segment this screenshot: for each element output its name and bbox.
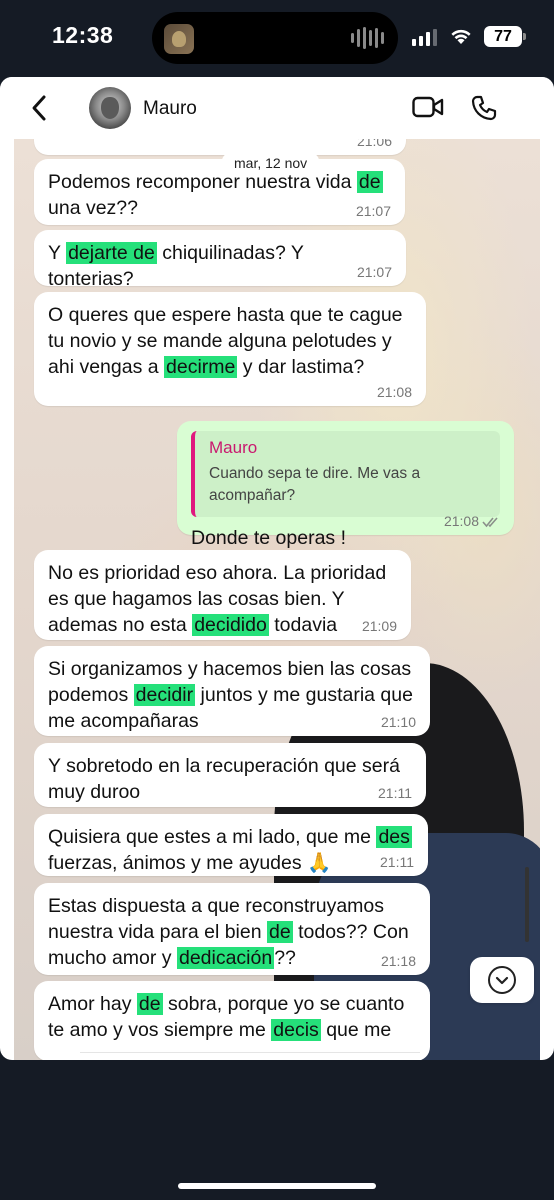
incoming-message[interactable]: O queres que espere hasta que te cague t… — [34, 292, 426, 406]
highlighted-term: decis — [271, 1019, 321, 1041]
message-timestamp: 21:18 — [381, 953, 416, 969]
incoming-message[interactable]: Si organizamos y hacemos bien las cosas … — [34, 646, 430, 736]
message-text: Podemos recomponer nuestra vida de una v… — [48, 159, 391, 221]
video-call-icon[interactable] — [412, 96, 444, 118]
contact-name[interactable]: Mauro — [143, 98, 197, 120]
message-text-fragment: Y — [48, 242, 67, 264]
message-text-fragment: fuerzas, ánimos y me ayudes 🙏 — [48, 852, 332, 874]
message-text: Y sobretodo en la recuperación que será … — [48, 743, 412, 805]
scroll-down-chevron-icon — [488, 966, 516, 994]
incoming-message[interactable]: Y dejarte de chiquilinadas? Y tonterias?… — [34, 230, 406, 290]
message-text: Y dejarte de chiquilinadas? Y tonterias? — [48, 230, 392, 292]
message-text: O queres que espere hasta que te cague t… — [48, 292, 412, 380]
dynamic-island — [152, 12, 398, 64]
message-timestamp: 21:07 — [356, 203, 391, 219]
incoming-message[interactable]: No es prioridad eso ahora. La prioridad … — [34, 550, 411, 640]
highlighted-term: de — [136, 993, 163, 1015]
message-text-fragment: Podemos recomponer nuestra vida — [48, 171, 357, 193]
outgoing-message[interactable]: Mauro Cuando sepa te dire. Me vas a acomp… — [177, 421, 514, 549]
highlighted-term: dedicación — [176, 947, 275, 969]
scroll-down-button[interactable] — [470, 957, 534, 1003]
message-timestamp: 21:08 — [377, 384, 412, 400]
message-text-fragment: todavia — [268, 614, 338, 636]
highlighted-term: decidido — [192, 614, 269, 636]
message-text: Amor hay de sobra, porque yo se cuanto t… — [48, 981, 416, 1043]
highlighted-term: des — [376, 826, 412, 848]
message-timestamp: 21:11 — [378, 785, 412, 801]
message-text-fragment: que me — [320, 1019, 392, 1041]
timestamp-text: 21:08 — [376, 384, 412, 400]
message-text: Estas dispuesta a que reconstruyamos nue… — [48, 883, 416, 971]
back-arrow-icon[interactable] — [28, 93, 50, 123]
highlighted-term: dejarte de — [66, 242, 157, 264]
date-divider: mar, 12 nov — [222, 153, 320, 173]
message-text-fragment: Y sobretodo en la recuperación que será … — [48, 755, 400, 803]
highlighted-term: decidir — [133, 684, 196, 706]
battery-indicator: 77 — [484, 26, 526, 47]
message-text-fragment: y dar lastima? — [237, 356, 365, 378]
timestamp-text: 21:08 — [443, 513, 479, 529]
timestamp-text: 21:11 — [378, 785, 412, 801]
chat-window: Mauro mar, 12 nov debenan deser??21:06Po… — [0, 77, 554, 1060]
audio-wave-icon — [351, 27, 384, 49]
phone-icon[interactable] — [471, 95, 497, 121]
message-text: No es prioridad eso ahora. La prioridad … — [48, 550, 397, 638]
incoming-message[interactable]: Amor hay de sobra, porque yo se cuanto t… — [34, 981, 430, 1060]
incoming-message[interactable]: Y sobretodo en la recuperación que será … — [34, 743, 426, 807]
timestamp-text: 21:07 — [355, 203, 391, 219]
message-text-fragment: Donde te operas ! — [191, 527, 347, 549]
quoted-author: Mauro — [209, 438, 258, 457]
timestamp-text: 21:09 — [361, 618, 397, 634]
scrollbar[interactable] — [525, 867, 529, 942]
timestamp-text: 21:07 — [356, 264, 392, 280]
message-timestamp: 21:07 — [357, 264, 392, 280]
chat-header: Mauro — [0, 77, 554, 139]
incoming-message[interactable]: Quisiera que estes a mi lado, que me des… — [34, 814, 428, 876]
contact-avatar[interactable] — [89, 87, 131, 129]
incoming-message[interactable]: Podemos recomponer nuestra vida de una v… — [34, 159, 405, 225]
message-text-fragment: Quisiera que estes a mi lado, que me — [48, 826, 377, 848]
message-timestamp: 21:11 — [380, 854, 414, 870]
highlighted-term: decirme — [164, 356, 238, 378]
status-bar: 12:38 77 — [0, 0, 554, 76]
quoted-reply[interactable]: Mauro Cuando sepa te dire. Me vas a acomp… — [191, 431, 500, 517]
double-check-icon — [482, 517, 498, 528]
message-text-fragment: una vez?? — [48, 197, 138, 219]
wifi-icon — [451, 29, 471, 44]
message-timestamp: 21:09 — [362, 618, 397, 634]
highlighted-term: de — [266, 921, 293, 943]
highlighted-term: de — [356, 171, 383, 193]
message-text: Quisiera que estes a mi lado, que me des… — [48, 814, 414, 876]
message-timestamp: 21:10 — [381, 714, 416, 730]
message-timestamp: 21:08 — [444, 513, 500, 529]
incoming-message[interactable]: Estas dispuesta a que reconstruyamos nue… — [34, 883, 430, 975]
quoted-text: Cuando sepa te dire. Me vas a acompañar? — [209, 465, 421, 504]
message-text-fragment: ?? — [274, 947, 296, 969]
timestamp-text: 21:10 — [380, 714, 416, 730]
timestamp-text: 21:11 — [380, 854, 414, 870]
message-text-fragment: Amor hay — [48, 993, 137, 1015]
timestamp-text: 21:18 — [380, 953, 416, 969]
music-app-icon — [164, 24, 194, 54]
message-text: Si organizamos y hacemos bien las cosas … — [48, 646, 416, 734]
home-indicator[interactable] — [178, 1183, 376, 1189]
cellular-signal-icon — [412, 28, 437, 46]
status-time: 12:38 — [52, 22, 114, 48]
composer-edge — [80, 1052, 420, 1060]
